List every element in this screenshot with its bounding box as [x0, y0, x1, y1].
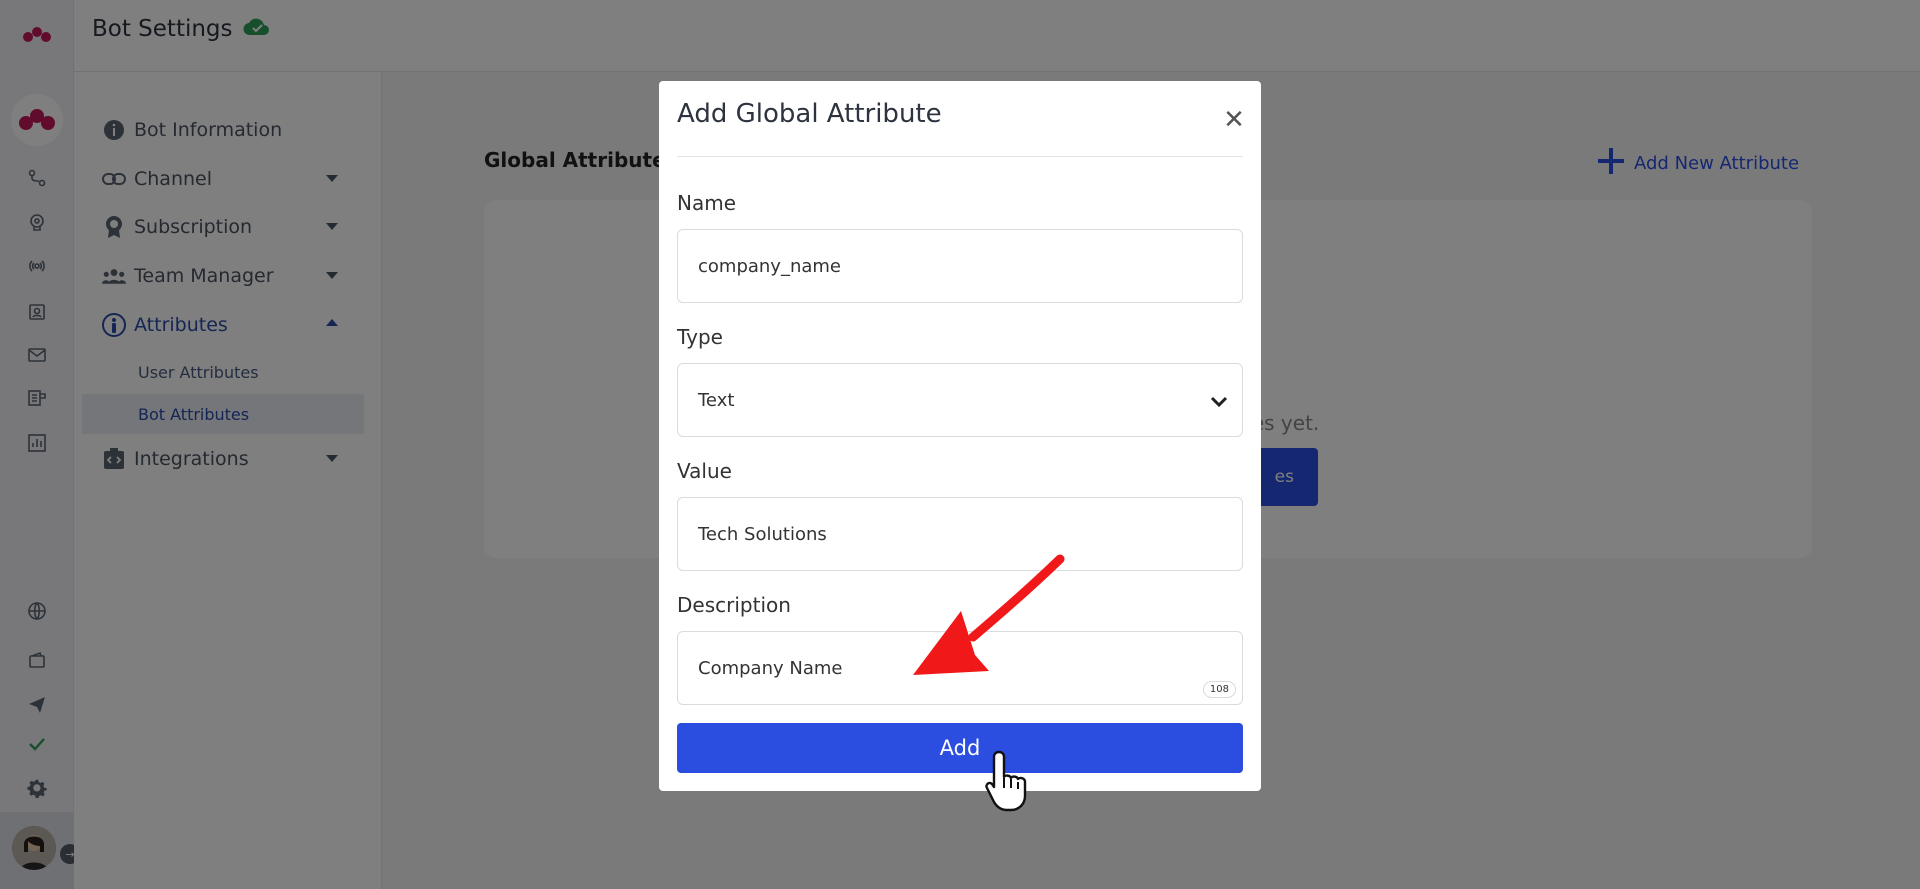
modal-divider — [677, 156, 1243, 157]
name-field[interactable]: company_name — [677, 229, 1243, 303]
name-label: Name — [677, 191, 737, 215]
annotation-arrow-icon — [905, 553, 1065, 687]
add-button[interactable]: Add — [677, 723, 1243, 773]
type-label: Type — [677, 325, 723, 349]
modal-title: Add Global Attribute — [677, 99, 942, 129]
chevron-down-icon — [1210, 392, 1228, 413]
value-label: Value — [677, 459, 732, 483]
char-counter: 108 — [1202, 681, 1236, 698]
type-select[interactable]: Text — [677, 363, 1243, 437]
hand-cursor-icon — [985, 748, 1031, 816]
close-icon[interactable]: ✕ — [1219, 105, 1249, 135]
description-label: Description — [677, 593, 791, 617]
